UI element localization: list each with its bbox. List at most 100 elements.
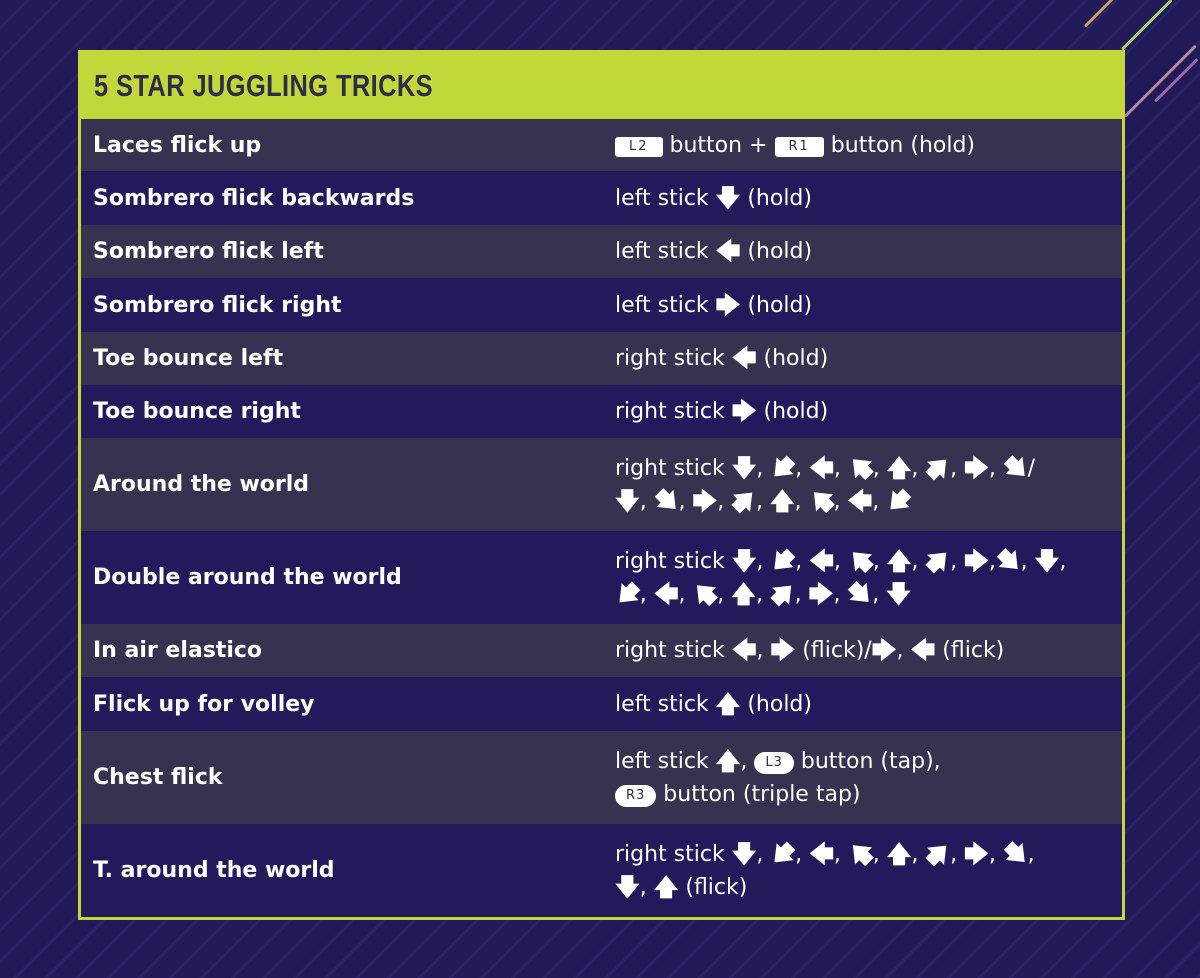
table-row: Around the world right stick 🡇, 🡇, 🡄, 🡄, …	[81, 438, 1122, 531]
l2-button-icon: L2	[615, 136, 663, 157]
table-row: Double around the world right stick 🡇, 🡇,…	[81, 531, 1122, 624]
input-text: left stick	[615, 185, 716, 211]
input-text: right stick	[615, 548, 732, 574]
arrow-right-icon: 🡆	[692, 486, 718, 515]
input-text: (hold)	[740, 292, 813, 318]
trick-input: right stick 🡆 (hold)	[601, 385, 1122, 438]
input-text: right stick	[615, 638, 732, 663]
arrow-right-icon: 🡆	[808, 579, 834, 608]
table-title: 5 STAR JUGGLING TRICKS	[94, 68, 434, 103]
input-line: left stick 🡇 (hold)	[615, 182, 812, 215]
trick-name: T. around the world	[93, 858, 335, 883]
arrow-right-icon: 🡆	[770, 636, 796, 664]
table-row: Chest flick left stick 🡅, L3 button (tap)…	[81, 731, 1122, 824]
arrow-right-icon: 🡆	[964, 839, 989, 868]
arrow-left-icon: 🡄	[653, 579, 679, 608]
table-body: Laces flick up L2 button + R1 button (hol…	[81, 119, 1122, 917]
trick-name: Double around the world	[93, 565, 402, 590]
trick-input: left stick 🡆 (hold)	[601, 278, 1122, 332]
input-text: left stick	[615, 748, 716, 774]
trick-name: Chest flick	[93, 765, 223, 790]
input-text: ,	[639, 874, 654, 900]
arrow-up-icon: 🡅	[653, 872, 679, 901]
table-row: In air elastico right stick 🡄, 🡆 (flick)/…	[81, 624, 1122, 677]
arrow-right-icon: 🡆	[964, 546, 989, 575]
arrow-down-right-icon: 🡆	[996, 834, 1035, 873]
r3-button-icon: R3	[615, 784, 657, 807]
input-line: 🡇, 🡆, 🡆, 🡅, 🡅, 🡄, 🡄, 🡇	[615, 482, 1035, 519]
input-text: left stick	[615, 691, 716, 717]
input-text: ,	[896, 638, 911, 663]
input-text: (hold)	[740, 185, 812, 211]
input-line: left stick 🡆 (hold)	[615, 289, 812, 322]
input-line: left stick 🡅 (hold)	[615, 688, 812, 721]
arrow-up-icon: 🡅	[731, 579, 756, 608]
input-line: left stick 🡄 (hold)	[615, 235, 812, 268]
arrow-left-icon: 🡄	[731, 636, 757, 664]
table-row: Sombrero flick right left stick 🡆 (hold)	[81, 278, 1122, 332]
trick-input: right stick 🡄, 🡆 (flick)/🡆, 🡄 (flick)	[601, 624, 1122, 677]
arrow-down-icon: 🡇	[615, 872, 640, 901]
l3-button-icon: L3	[754, 751, 794, 774]
input-line: right stick 🡆 (hold)	[615, 395, 828, 428]
arrow-up-right-icon: 🡅	[764, 575, 802, 613]
arrow-left-icon: 🡄	[809, 839, 834, 868]
arrow-right-icon: 🡆	[964, 453, 989, 482]
juggling-tricks-table: 5 STAR JUGGLING TRICKS Laces flick up L2 …	[78, 50, 1125, 920]
input-text: right stick	[615, 346, 732, 371]
arrow-up-icon: 🡅	[715, 746, 741, 775]
arrow-left-icon: 🡄	[809, 546, 834, 575]
input-text: (hold)	[756, 346, 829, 371]
arrow-up-right-icon: 🡅	[725, 482, 763, 520]
decorative-streak	[1123, 44, 1197, 118]
arrow-down-left-icon: 🡇	[609, 575, 647, 613]
arrow-right-icon: 🡆	[871, 636, 897, 664]
arrow-down-right-icon: 🡆	[647, 481, 686, 520]
arrow-up-icon: 🡅	[715, 689, 741, 718]
trick-name: Around the world	[93, 472, 310, 497]
trick-input: right stick 🡇, 🡇, 🡄, 🡄, 🡅, 🡅, 🡆,🡆, 🡇, 🡇, …	[601, 531, 1122, 624]
arrow-up-right-icon: 🡅	[919, 542, 957, 580]
trick-input: left stick 🡇 (hold)	[601, 171, 1122, 225]
arrow-down-icon: 🡇	[1034, 546, 1060, 575]
trick-name: Sombrero flick left	[93, 239, 324, 264]
trick-input: right stick 🡄 (hold)	[601, 332, 1122, 385]
table-row: Sombrero flick left left stick 🡄 (hold)	[81, 225, 1122, 278]
input-line: R3 button (triple tap)	[615, 778, 941, 811]
table-row: Laces flick up L2 button + R1 button (hol…	[81, 119, 1122, 171]
input-line: right stick 🡇, 🡇, 🡄, 🡄, 🡅, 🡅, 🡆,🡆, 🡇,	[615, 542, 1066, 579]
trick-name: Flick up for volley	[93, 691, 315, 717]
input-line: right stick 🡇, 🡇, 🡄, 🡄, 🡅, 🡅, 🡆, 🡆,	[615, 835, 1035, 872]
trick-name: Laces flick up	[93, 132, 262, 158]
table-row: Toe bounce right right stick 🡆 (hold)	[81, 385, 1122, 438]
arrow-down-right-icon: 🡆	[989, 541, 1028, 580]
input-line: L2 button + R1 button (hold)	[615, 129, 975, 162]
input-line: right stick 🡄, 🡆 (flick)/🡆, 🡄 (flick)	[615, 634, 1004, 667]
trick-input: left stick 🡅, L3 button (tap), R3 button …	[601, 731, 1122, 824]
r1-button-icon: R1	[774, 136, 824, 157]
trick-input: left stick 🡄 (hold)	[601, 225, 1122, 278]
arrow-up-right-icon: 🡅	[919, 449, 957, 487]
arrow-right-icon: 🡆	[715, 290, 741, 319]
input-line: 🡇, 🡅 (flick)	[615, 871, 1035, 904]
trick-input: right stick 🡇, 🡇, 🡄, 🡄, 🡅, 🡅, 🡆, 🡆/🡇, 🡆,…	[601, 438, 1122, 531]
arrow-down-icon: 🡇	[731, 453, 757, 482]
input-text: button +	[662, 132, 775, 158]
input-text: (hold)	[740, 239, 813, 264]
arrow-up-icon: 🡅	[886, 546, 912, 575]
arrow-down-icon: 🡇	[886, 579, 911, 608]
trick-input: right stick 🡇, 🡇, 🡄, 🡄, 🡅, 🡅, 🡆, 🡆, 🡇, 🡅 …	[601, 824, 1122, 917]
table-row: Flick up for volley left stick 🡅 (hold)	[81, 677, 1122, 731]
input-text: right stick	[615, 455, 732, 481]
table-header: 5 STAR JUGGLING TRICKS	[81, 53, 1122, 119]
input-text: left stick	[615, 239, 716, 264]
arrow-down-left-icon: 🡇	[764, 835, 802, 873]
arrow-left-icon: 🡄	[715, 237, 741, 265]
input-text: right stick	[615, 841, 732, 867]
input-text: (flick)/	[795, 638, 872, 663]
arrow-up-icon: 🡅	[886, 453, 912, 482]
table-row: T. around the world right stick 🡇, 🡇, 🡄, …	[81, 824, 1122, 917]
trick-name: Toe bounce left	[93, 346, 284, 371]
trick-name: Toe bounce right	[93, 399, 301, 424]
arrow-down-right-icon: 🡆	[996, 448, 1035, 487]
